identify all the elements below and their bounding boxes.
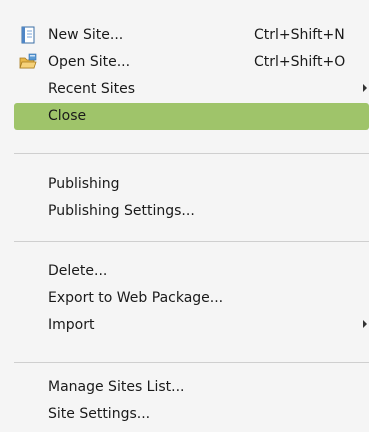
- menu-item-import[interactable]: Import: [14, 312, 369, 339]
- menu-separator: [14, 241, 369, 242]
- open-folder-icon: [19, 53, 37, 69]
- menu-item-recent-sites[interactable]: Recent Sites: [14, 76, 369, 103]
- menu-item-manage-sites-list[interactable]: Manage Sites List...: [14, 374, 369, 401]
- menu-item-open-site[interactable]: Open Site... Ctrl+Shift+O: [14, 49, 369, 76]
- submenu-arrow-icon: [363, 320, 367, 328]
- menu-separator: [14, 362, 369, 363]
- menu-item-delete[interactable]: Delete...: [14, 258, 369, 285]
- menu-item-new-site[interactable]: New Site... Ctrl+Shift+N: [14, 22, 369, 49]
- menu-item-label: Manage Sites List...: [48, 379, 185, 395]
- menu-item-label: Import: [48, 317, 95, 333]
- menu-item-label: Export to Web Package...: [48, 290, 224, 306]
- menu-item-site-settings[interactable]: Site Settings...: [14, 401, 369, 428]
- file-menu: New Site... Ctrl+Shift+N Open Site... Ct…: [0, 0, 369, 432]
- menu-item-shortcut: Ctrl+Shift+O: [254, 54, 346, 70]
- menu-item-label: Close: [48, 108, 87, 124]
- menu-item-close[interactable]: Close: [14, 103, 369, 130]
- new-site-icon: [21, 26, 35, 44]
- menu-item-shortcut: Ctrl+Shift+N: [254, 27, 345, 43]
- menu-item-export-web-package[interactable]: Export to Web Package...: [14, 285, 369, 312]
- menu-separator: [14, 153, 369, 154]
- menu-item-label: Publishing: [48, 176, 120, 192]
- menu-item-publishing[interactable]: Publishing: [14, 171, 369, 198]
- menu-item-label: New Site...: [48, 27, 124, 43]
- menu-item-label: Recent Sites: [48, 81, 136, 97]
- submenu-arrow-icon: [363, 84, 367, 92]
- menu-item-label: Site Settings...: [48, 406, 151, 422]
- menu-item-publishing-settings[interactable]: Publishing Settings...: [14, 198, 369, 225]
- menu-item-label: Publishing Settings...: [48, 203, 195, 219]
- menu-item-label: Open Site...: [48, 54, 131, 70]
- menu-item-label: Delete...: [48, 263, 108, 279]
